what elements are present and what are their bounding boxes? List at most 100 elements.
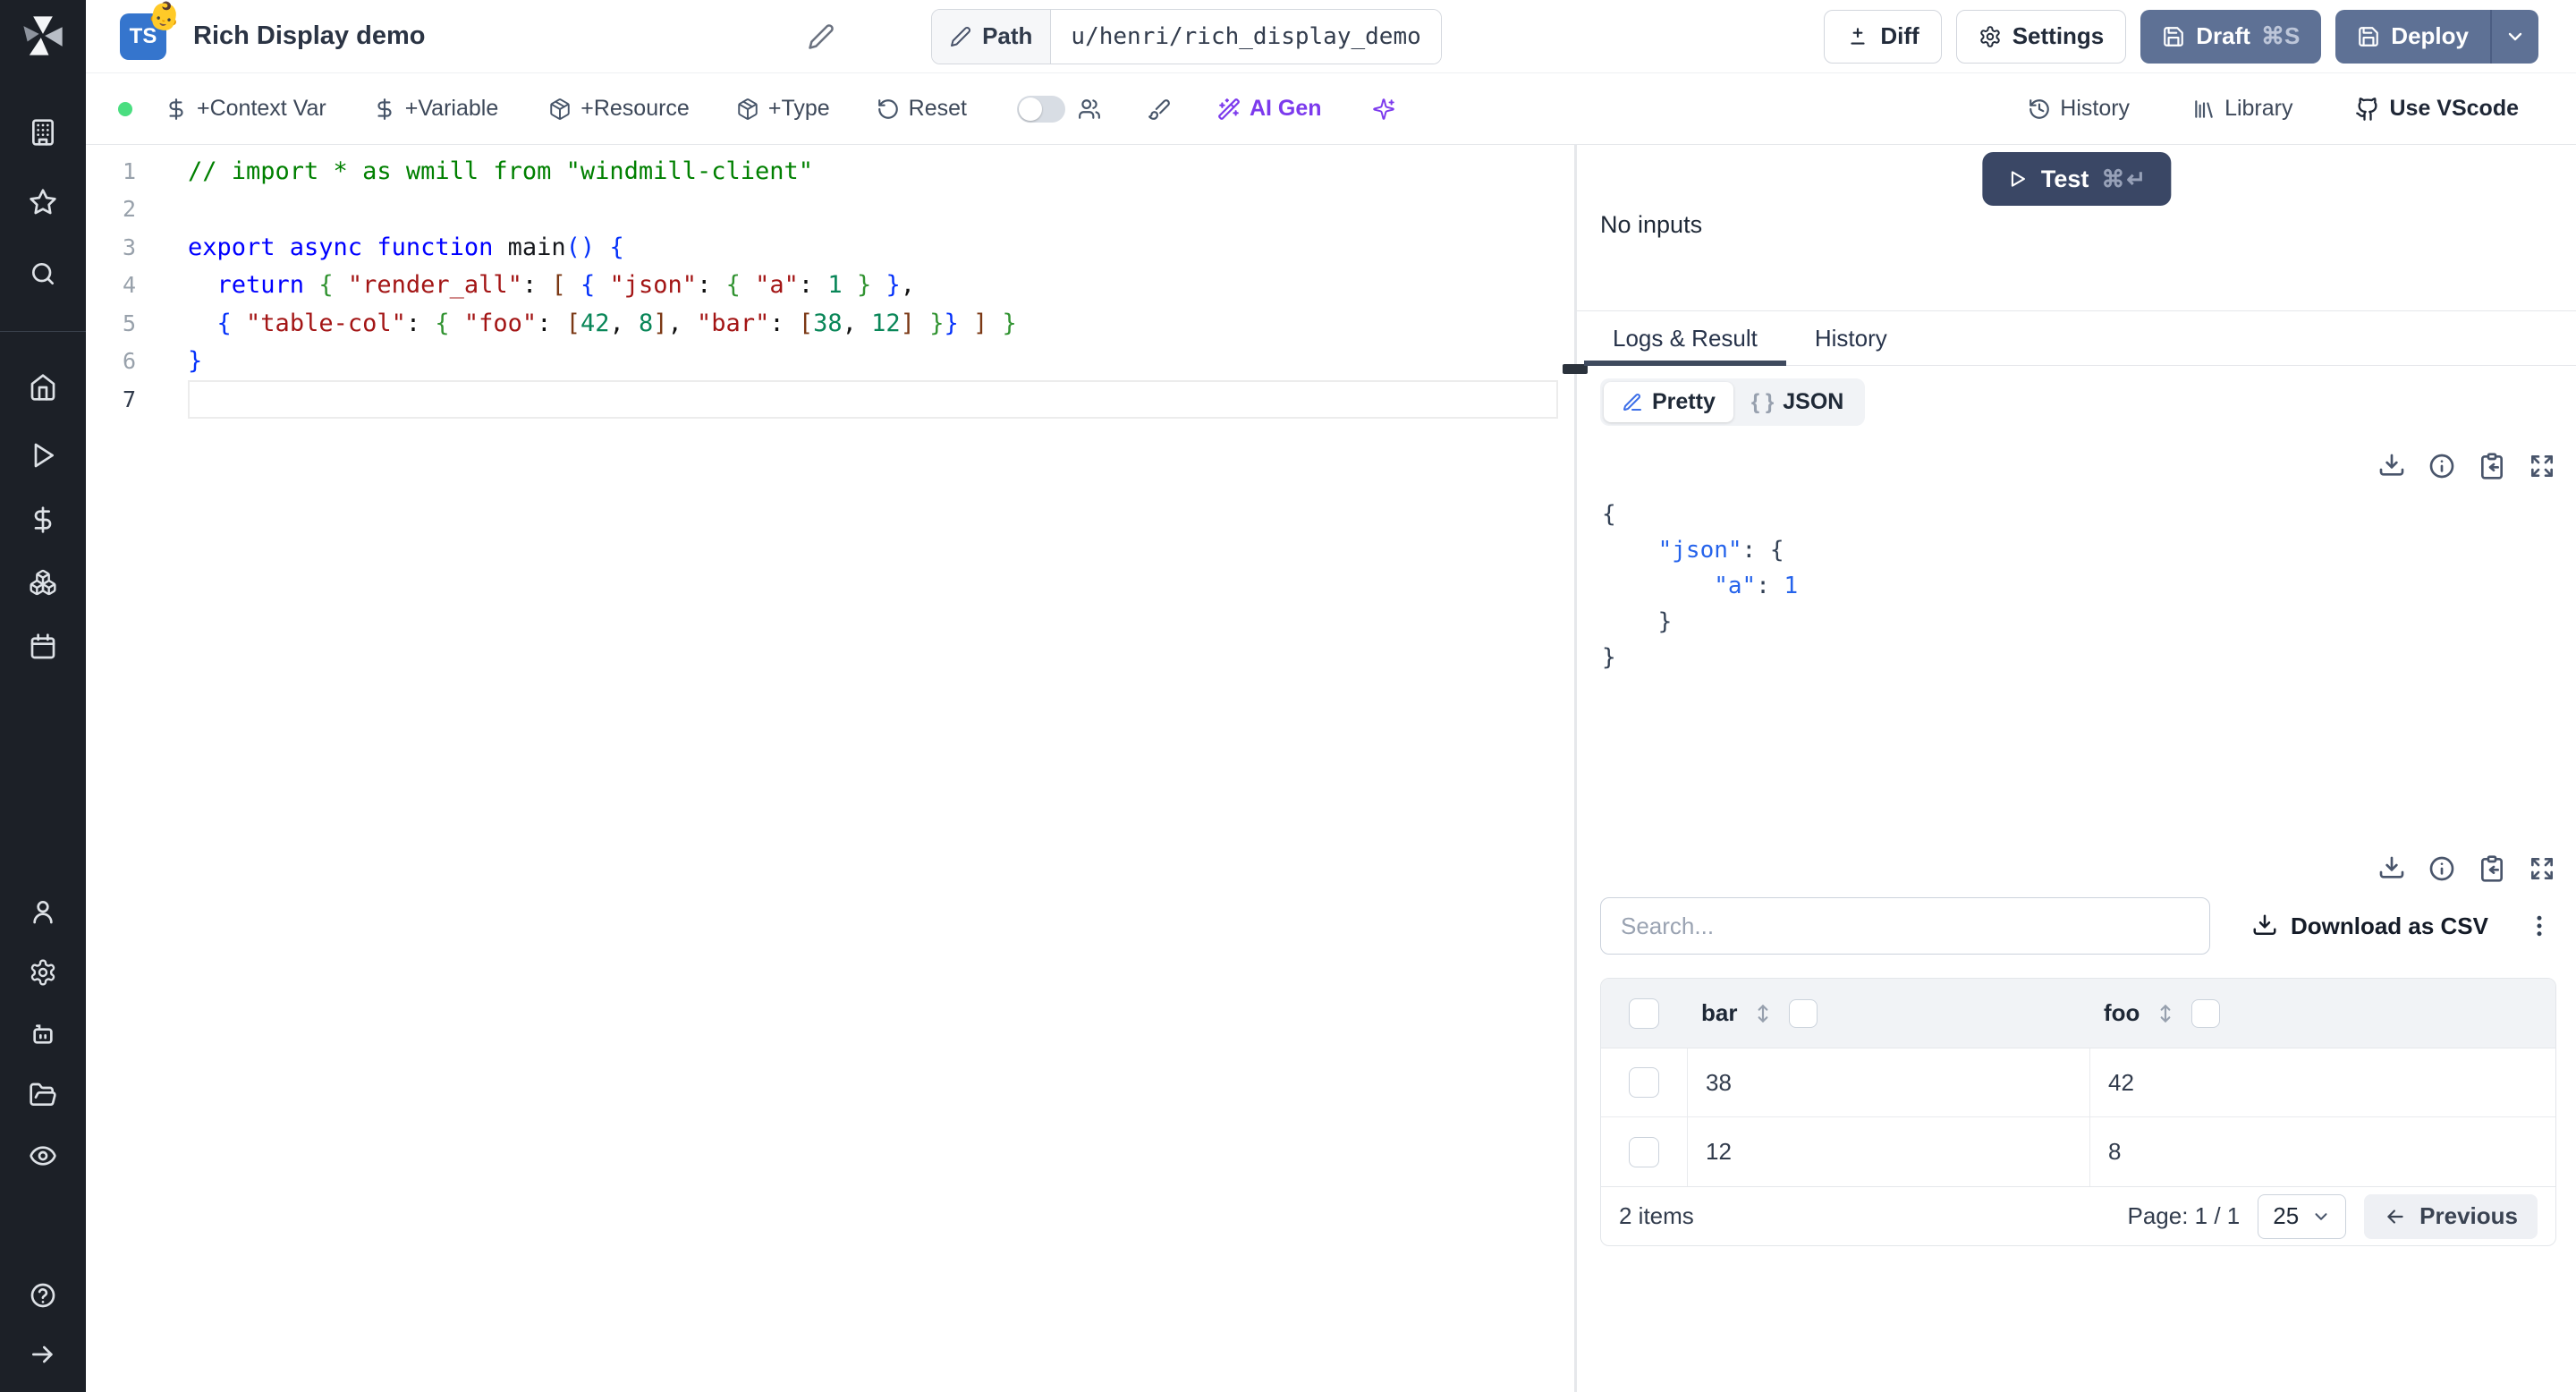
pencil-icon — [951, 26, 971, 47]
code-line[interactable]: 4 return { "render_all": [ { "json": { "… — [86, 267, 1574, 305]
clipboard-copy-icon[interactable] — [2478, 854, 2506, 883]
library-button[interactable]: Library — [2192, 96, 2292, 122]
windmill-logo[interactable] — [18, 9, 68, 63]
settings-gear-icon[interactable] — [18, 947, 68, 997]
chevron-down-icon — [2315, 1212, 2327, 1220]
info-icon[interactable] — [2428, 452, 2456, 480]
add-variable-button[interactable]: +Variable — [373, 96, 498, 122]
path-button[interactable]: Path u/henri/rich_display_demo — [931, 8, 1442, 64]
chevron-down-icon — [2508, 32, 2522, 40]
table-cell: 42 — [2089, 1048, 2555, 1116]
audit-eye-icon[interactable] — [18, 1131, 68, 1181]
use-vscode-button[interactable]: Use VScode — [2355, 96, 2519, 122]
clipboard-copy-icon[interactable] — [2478, 452, 2506, 480]
table-cell: 38 — [1687, 1048, 2089, 1116]
save-icon — [2359, 26, 2379, 47]
add-resource-button[interactable]: +Resource — [548, 96, 690, 122]
favorites-star-icon[interactable] — [18, 177, 68, 227]
format-brush-icon[interactable] — [1148, 98, 1171, 121]
expand-sidebar-arrow-icon[interactable] — [18, 1329, 68, 1379]
home-icon[interactable] — [18, 362, 68, 412]
edit-summary-pencil-icon[interactable] — [808, 23, 835, 50]
deploy-dropdown-button[interactable] — [2489, 9, 2538, 64]
line-number: 3 — [122, 233, 136, 260]
package-icon — [550, 98, 570, 120]
search-input[interactable] — [1600, 897, 2210, 955]
table-search-row: Download as CSV — [1600, 897, 2553, 955]
expand-icon[interactable] — [2528, 452, 2556, 480]
quill-pen-icon — [1623, 393, 1641, 411]
add-type-button[interactable]: +Type — [736, 96, 830, 122]
code-line[interactable]: 7 — [86, 380, 1574, 419]
column-checkbox[interactable] — [2191, 998, 2221, 1028]
format-toggle: Pretty { } JSON — [1600, 378, 1866, 426]
folders-icon[interactable] — [18, 1070, 68, 1120]
items-count: 2 items — [1619, 1202, 1694, 1229]
result-tabbar: Logs & Result History — [1577, 310, 2576, 366]
code-line[interactable]: 5 { "table-col": { "foo": [42, 8], "bar"… — [86, 304, 1574, 343]
resources-boxes-icon[interactable] — [18, 557, 68, 607]
table-cell: 12 — [1687, 1117, 2089, 1186]
runs-play-icon[interactable] — [18, 430, 68, 480]
schedules-calendar-icon[interactable] — [18, 622, 68, 672]
kebab-menu-icon[interactable] — [2526, 912, 2553, 939]
users-pair-icon[interactable] — [1078, 98, 1101, 121]
sort-icon[interactable] — [2154, 1002, 2177, 1025]
package-icon — [738, 98, 758, 120]
info-icon[interactable] — [2428, 854, 2456, 883]
sparkles-icon[interactable] — [1372, 98, 1395, 121]
expand-icon[interactable] — [2528, 854, 2556, 883]
tab-history[interactable]: History — [1786, 311, 1916, 365]
code-line[interactable]: 6} — [86, 343, 1574, 381]
download-icon[interactable] — [2377, 452, 2406, 480]
diff-mode-toggle[interactable] — [1016, 95, 1065, 123]
previous-page-button[interactable]: Previous — [2364, 1193, 2538, 1239]
row-checkbox[interactable] — [1629, 1067, 1659, 1098]
line-number: 2 — [122, 196, 136, 223]
page-indicator: Page: 1 / 1 — [2127, 1202, 2241, 1229]
help-icon[interactable] — [18, 1270, 68, 1320]
windmill-app: TS 👶 Rich Display demo Path u/henri/rich… — [0, 0, 2576, 1392]
select-all-checkbox[interactable] — [1629, 997, 1659, 1029]
add-context-var-button[interactable]: +Context Var — [165, 96, 326, 122]
deploy-button-group: Deploy — [2335, 9, 2538, 64]
row-checkbox[interactable] — [1629, 1136, 1659, 1167]
deploy-button[interactable]: Deploy — [2335, 10, 2490, 64]
pretty-toggle[interactable]: Pretty — [1604, 382, 1733, 422]
table-cell: 8 — [2089, 1117, 2555, 1186]
reset-button[interactable]: Reset — [877, 96, 967, 122]
code-line[interactable]: 2 — [86, 191, 1574, 229]
settings-button[interactable]: Settings — [1955, 9, 2127, 64]
line-number: 1 — [122, 157, 136, 184]
tab-logs-result[interactable]: Logs & Result — [1584, 311, 1786, 366]
draft-shortcut: ⌘S — [2260, 22, 2301, 49]
json-toggle[interactable]: { } JSON — [1733, 382, 1861, 422]
draft-button[interactable]: Draft ⌘S — [2140, 9, 2322, 64]
code-line[interactable]: 1// import * as wmill from "windmill-cli… — [86, 152, 1574, 191]
column-header-foo[interactable]: foo — [2104, 999, 2140, 1027]
download-csv-button[interactable]: Download as CSV — [2251, 912, 2488, 940]
sort-icon[interactable] — [1751, 1002, 1775, 1025]
ai-gen-button[interactable]: AI Gen — [1217, 96, 1322, 122]
users-icon[interactable] — [18, 887, 68, 937]
variables-dollar-icon[interactable] — [18, 495, 68, 545]
arrow-left-icon — [2387, 1209, 2403, 1224]
test-button[interactable]: Test ⌘↵ — [1981, 152, 2172, 206]
download-icon[interactable] — [2377, 854, 2406, 883]
code-line[interactable]: 3 export async function main() { — [86, 228, 1574, 267]
json-result: { "json": { "a": 1 }} — [1602, 501, 1799, 671]
column-header-bar[interactable]: bar — [1701, 999, 1737, 1027]
workers-bot-icon[interactable] — [18, 1009, 68, 1059]
page-size-select[interactable]: 25 — [2258, 1193, 2347, 1239]
line-number: 6 — [122, 348, 136, 375]
path-label: Path — [982, 22, 1033, 49]
line-number: 5 — [122, 310, 136, 336]
column-checkbox[interactable] — [1789, 998, 1818, 1028]
workspace-icon[interactable] — [18, 107, 68, 157]
run-panel: Test ⌘↵ No inputs Logs & Result History … — [1577, 145, 2576, 1392]
diff-button[interactable]: Diff — [1824, 9, 1942, 64]
history-button[interactable]: History — [2028, 96, 2130, 122]
header: TS 👶 Rich Display demo Path u/henri/rich… — [86, 0, 2576, 73]
code-editor[interactable]: 1// import * as wmill from "windmill-cli… — [86, 145, 1574, 1392]
search-icon[interactable] — [18, 249, 68, 299]
